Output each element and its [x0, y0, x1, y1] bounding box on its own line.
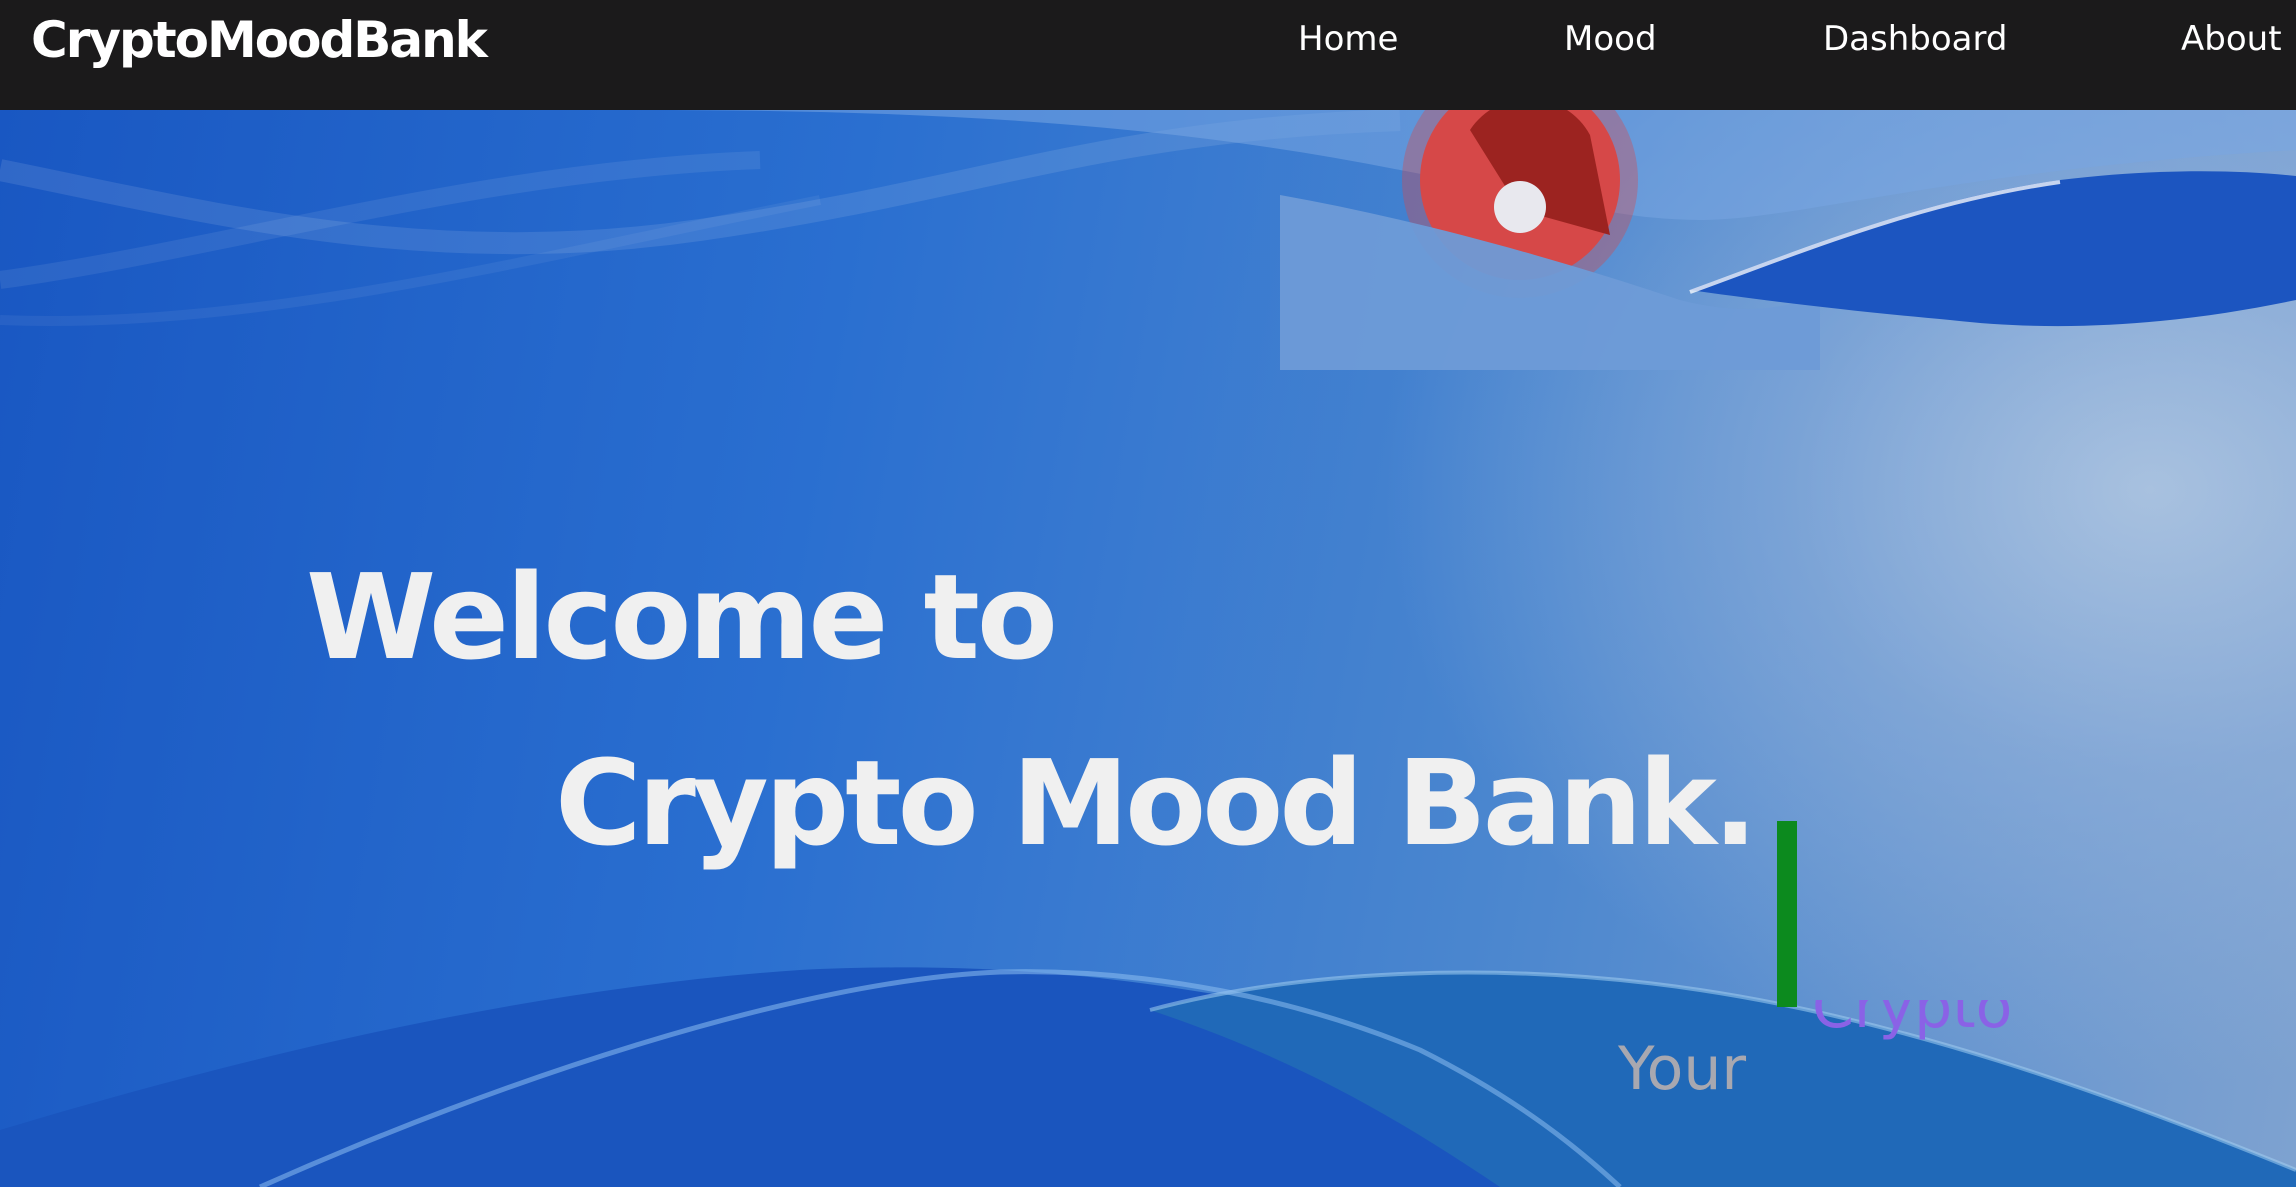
typing-text-crypto: Crypto — [1812, 1000, 2013, 1042]
typing-text-your: Your — [1618, 1034, 1747, 1104]
top-navbar: CryptoMoodBank Home Mood Dashboard About — [0, 0, 2296, 110]
hero-title-line1: Welcome to — [306, 548, 1058, 686]
nav-link-about[interactable]: About — [2181, 18, 2282, 60]
page: CryptoMoodBank Home Mood Dashboard About — [0, 0, 2296, 1187]
nav-link-dashboard[interactable]: Dashboard — [1823, 18, 2007, 60]
brand-logo[interactable]: CryptoMoodBank — [31, 14, 488, 66]
typing-cursor — [1777, 821, 1797, 1007]
nav-link-mood[interactable]: Mood — [1564, 18, 1657, 60]
nav-link-home[interactable]: Home — [1298, 18, 1398, 60]
hero-title-line2: Crypto Mood Bank. — [555, 734, 1758, 872]
typing-text-crypto-clip: Crypto — [1812, 1000, 2072, 1053]
hero-section: Welcome to Crypto Mood Bank. Your Crypto — [0, 110, 2296, 1187]
